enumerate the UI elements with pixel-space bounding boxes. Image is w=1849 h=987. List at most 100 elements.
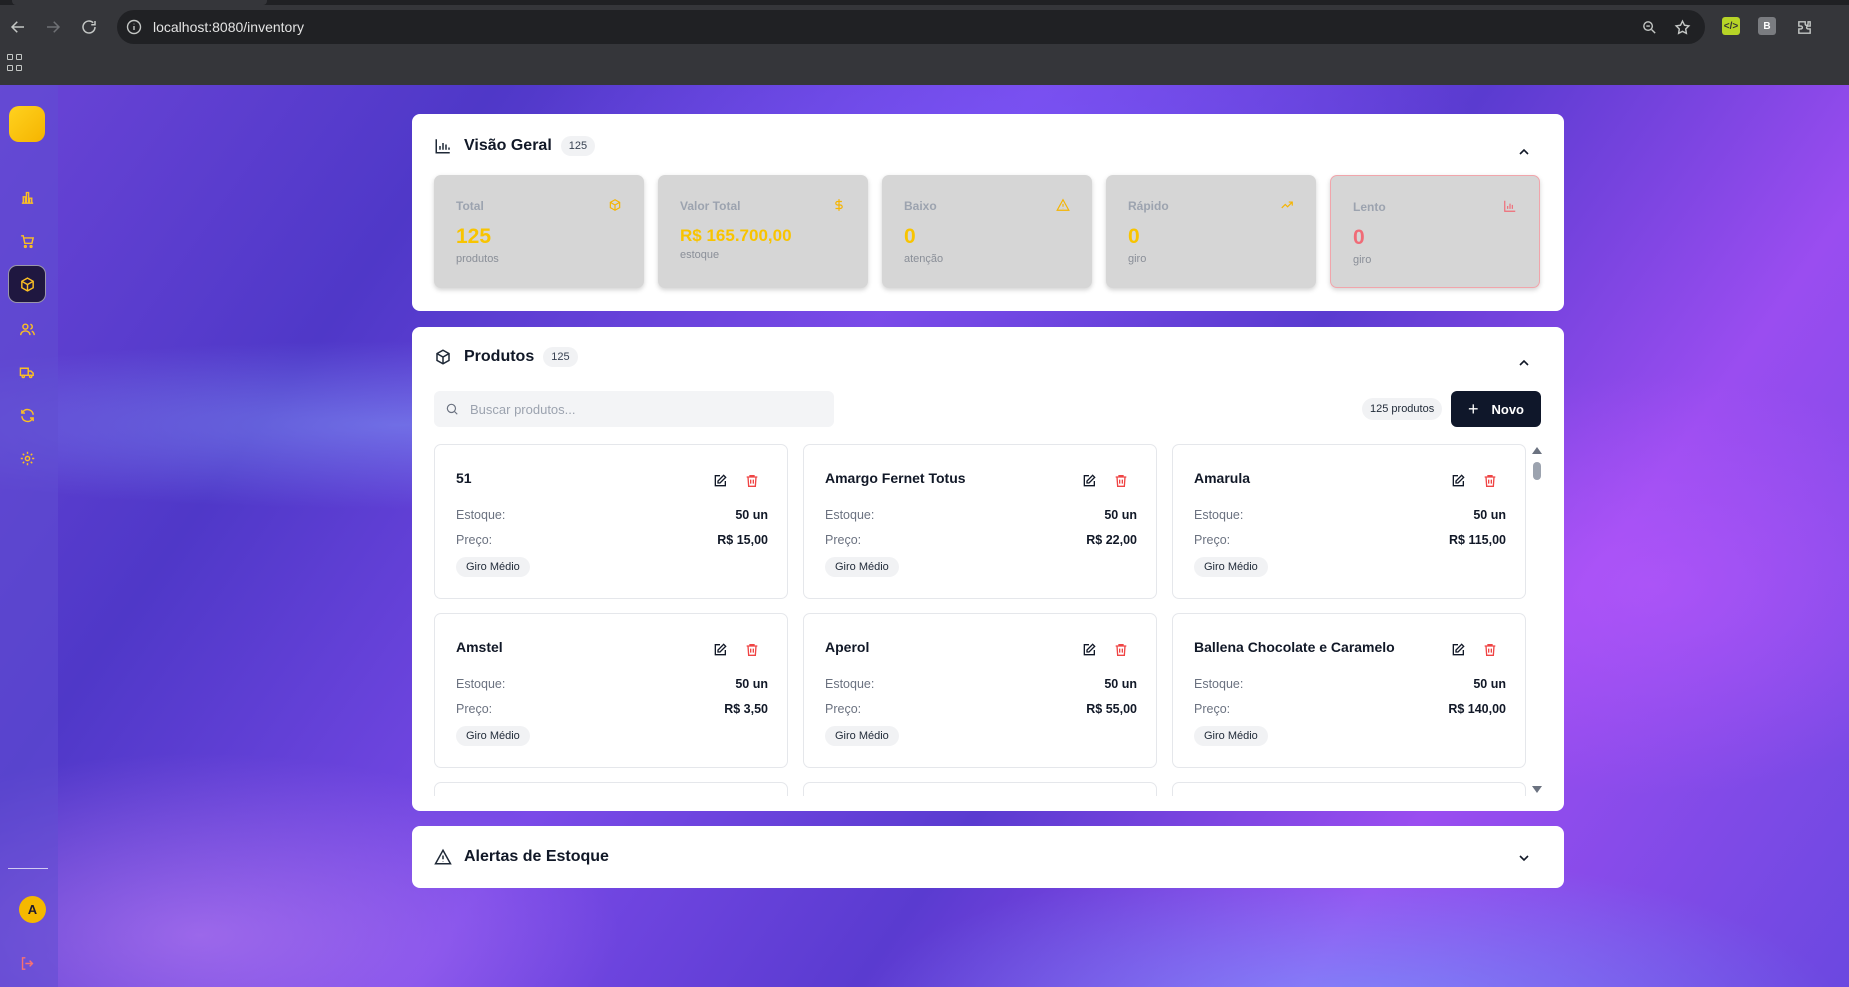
sidebar-item-dashboard[interactable] — [12, 182, 42, 212]
back-button[interactable] — [3, 12, 33, 42]
product-card[interactable]: Ballena Chocolate e Caramelo Estoque: 50 … — [1172, 613, 1526, 768]
forward-button[interactable] — [38, 12, 68, 42]
overview-header[interactable]: Visão Geral 125 — [434, 136, 596, 156]
price-label: Preço: — [825, 533, 862, 547]
trash-icon[interactable] — [1482, 642, 1498, 658]
price-row: Preço: R$ 140,00 — [1194, 702, 1506, 716]
trash-icon[interactable] — [744, 642, 760, 658]
product-card[interactable]: Amstel Estoque: 50 un Preço: R$ 3,50 Giro … — [434, 613, 788, 768]
new-product-button[interactable]: + Novo — [1451, 391, 1541, 427]
alerts-header[interactable]: Alertas de Estoque — [434, 848, 609, 866]
stat-value: 0 — [1128, 225, 1140, 248]
product-card[interactable]: 51 Estoque: 50 un Preço: R$ 15,00 Giro Méd… — [434, 444, 788, 599]
logout-button[interactable] — [12, 948, 42, 978]
extensions-puzzle-icon[interactable] — [1791, 14, 1817, 40]
stock-row: Estoque: 50 un — [1194, 508, 1506, 522]
products-title: Produtos — [464, 348, 535, 365]
product-card[interactable] — [434, 782, 788, 796]
trash-icon[interactable] — [1113, 642, 1129, 658]
stock-label: Estoque: — [1194, 508, 1244, 522]
address-bar[interactable]: localhost:8080/inventory — [117, 10, 1705, 44]
collapse-chevron-up-icon[interactable] — [1516, 355, 1532, 371]
search-icon — [445, 402, 459, 416]
scroll-thumb[interactable] — [1533, 462, 1541, 480]
trash-icon[interactable] — [1482, 473, 1498, 489]
price-row: Preço: R$ 55,00 — [825, 702, 1137, 716]
price-value: R$ 3,50 — [724, 702, 768, 716]
extension-devtools-icon[interactable]: </> — [1722, 17, 1740, 35]
overview-title: Visão Geral — [464, 137, 552, 154]
bookmark-star-icon[interactable] — [1669, 14, 1695, 40]
sidebar-item-settings[interactable] — [12, 443, 42, 473]
edit-icon[interactable] — [712, 642, 728, 658]
edit-icon[interactable] — [1450, 473, 1466, 489]
cart-icon — [20, 234, 34, 248]
turnover-tag: Giro Médio — [1194, 726, 1268, 746]
bar-chart-icon — [21, 191, 33, 204]
product-name: Aperol — [825, 639, 870, 655]
sidebar-item-delivery[interactable] — [12, 357, 42, 387]
browser-toolbar: localhost:8080/inventory </> B — [0, 0, 1849, 85]
turnover-tag: Giro Médio — [825, 726, 899, 746]
zoom-icon[interactable] — [1636, 14, 1662, 40]
app-background: A Visão Geral 125 Total 125 produtos Val… — [0, 85, 1849, 987]
app-logo[interactable] — [9, 106, 45, 142]
price-value: R$ 15,00 — [717, 533, 768, 547]
collapse-chevron-up-icon[interactable] — [1516, 144, 1532, 160]
stock-value: 50 un — [735, 677, 768, 691]
stat-value: 0 — [904, 225, 916, 248]
package-icon — [608, 198, 622, 212]
apps-grid-icon[interactable] — [7, 54, 25, 72]
package-icon — [20, 276, 34, 292]
product-name: Amstel — [456, 639, 503, 655]
product-card[interactable] — [803, 782, 1157, 796]
edit-icon[interactable] — [1450, 642, 1466, 658]
scroll-up-arrow-icon[interactable] — [1532, 447, 1542, 454]
trash-icon[interactable] — [744, 473, 760, 489]
products-total-badge: 125 produtos — [1362, 398, 1443, 420]
price-row: Preço: R$ 115,00 — [1194, 533, 1506, 547]
price-label: Preço: — [1194, 533, 1231, 547]
sidebar-item-customers[interactable] — [12, 314, 42, 344]
stock-row: Estoque: 50 un — [825, 677, 1137, 691]
extension-b-icon[interactable]: B — [1758, 17, 1776, 35]
sidebar-item-inventory[interactable] — [8, 265, 46, 303]
product-card[interactable]: Amargo Fernet Totus Estoque: 50 un Preço:… — [803, 444, 1157, 599]
sidebar-item-sync[interactable] — [12, 400, 42, 430]
stock-value: 50 un — [735, 508, 768, 522]
new-button-label: Novo — [1491, 401, 1525, 417]
sidebar-item-sales[interactable] — [12, 226, 42, 256]
expand-chevron-down-icon[interactable] — [1516, 850, 1532, 866]
site-info-icon[interactable] — [126, 19, 142, 35]
turnover-tag: Giro Médio — [456, 557, 530, 577]
price-value: R$ 140,00 — [1448, 702, 1506, 716]
active-tab[interactable] — [12, 0, 267, 5]
search-input[interactable] — [470, 401, 800, 417]
user-avatar[interactable]: A — [19, 896, 46, 923]
trash-icon[interactable] — [1113, 473, 1129, 489]
reload-icon — [82, 20, 96, 34]
sidebar: A — [0, 85, 58, 987]
reload-button[interactable] — [74, 12, 104, 42]
edit-icon[interactable] — [712, 473, 728, 489]
alerts-panel: Alertas de Estoque — [412, 826, 1564, 888]
stat-label: Valor Total — [680, 199, 741, 213]
products-grid: 51 Estoque: 50 un Preço: R$ 15,00 Giro Méd… — [434, 444, 1526, 796]
scroll-down-arrow-icon[interactable] — [1532, 786, 1542, 793]
products-scrollbar[interactable] — [1530, 444, 1542, 796]
bar-chart-icon — [434, 137, 452, 155]
edit-icon[interactable] — [1081, 473, 1097, 489]
stock-value: 50 un — [1473, 508, 1506, 522]
stat-value: R$ 165.700,00 — [680, 226, 792, 245]
stat-sub: atenção — [904, 253, 944, 265]
turnover-tag: Giro Médio — [1194, 557, 1268, 577]
arrow-right-icon — [47, 21, 61, 33]
product-name: Ballena Chocolate e Caramelo — [1194, 639, 1395, 655]
stat-label: Total — [456, 199, 484, 213]
product-card[interactable]: Aperol Estoque: 50 un Preço: R$ 55,00 Giro… — [803, 613, 1157, 768]
product-card[interactable]: Amarula Estoque: 50 un Preço: R$ 115,00 Gi… — [1172, 444, 1526, 599]
edit-icon[interactable] — [1081, 642, 1097, 658]
product-card[interactable] — [1172, 782, 1526, 796]
plus-icon: + — [1467, 399, 1479, 419]
products-header[interactable]: Produtos 125 — [434, 347, 578, 367]
